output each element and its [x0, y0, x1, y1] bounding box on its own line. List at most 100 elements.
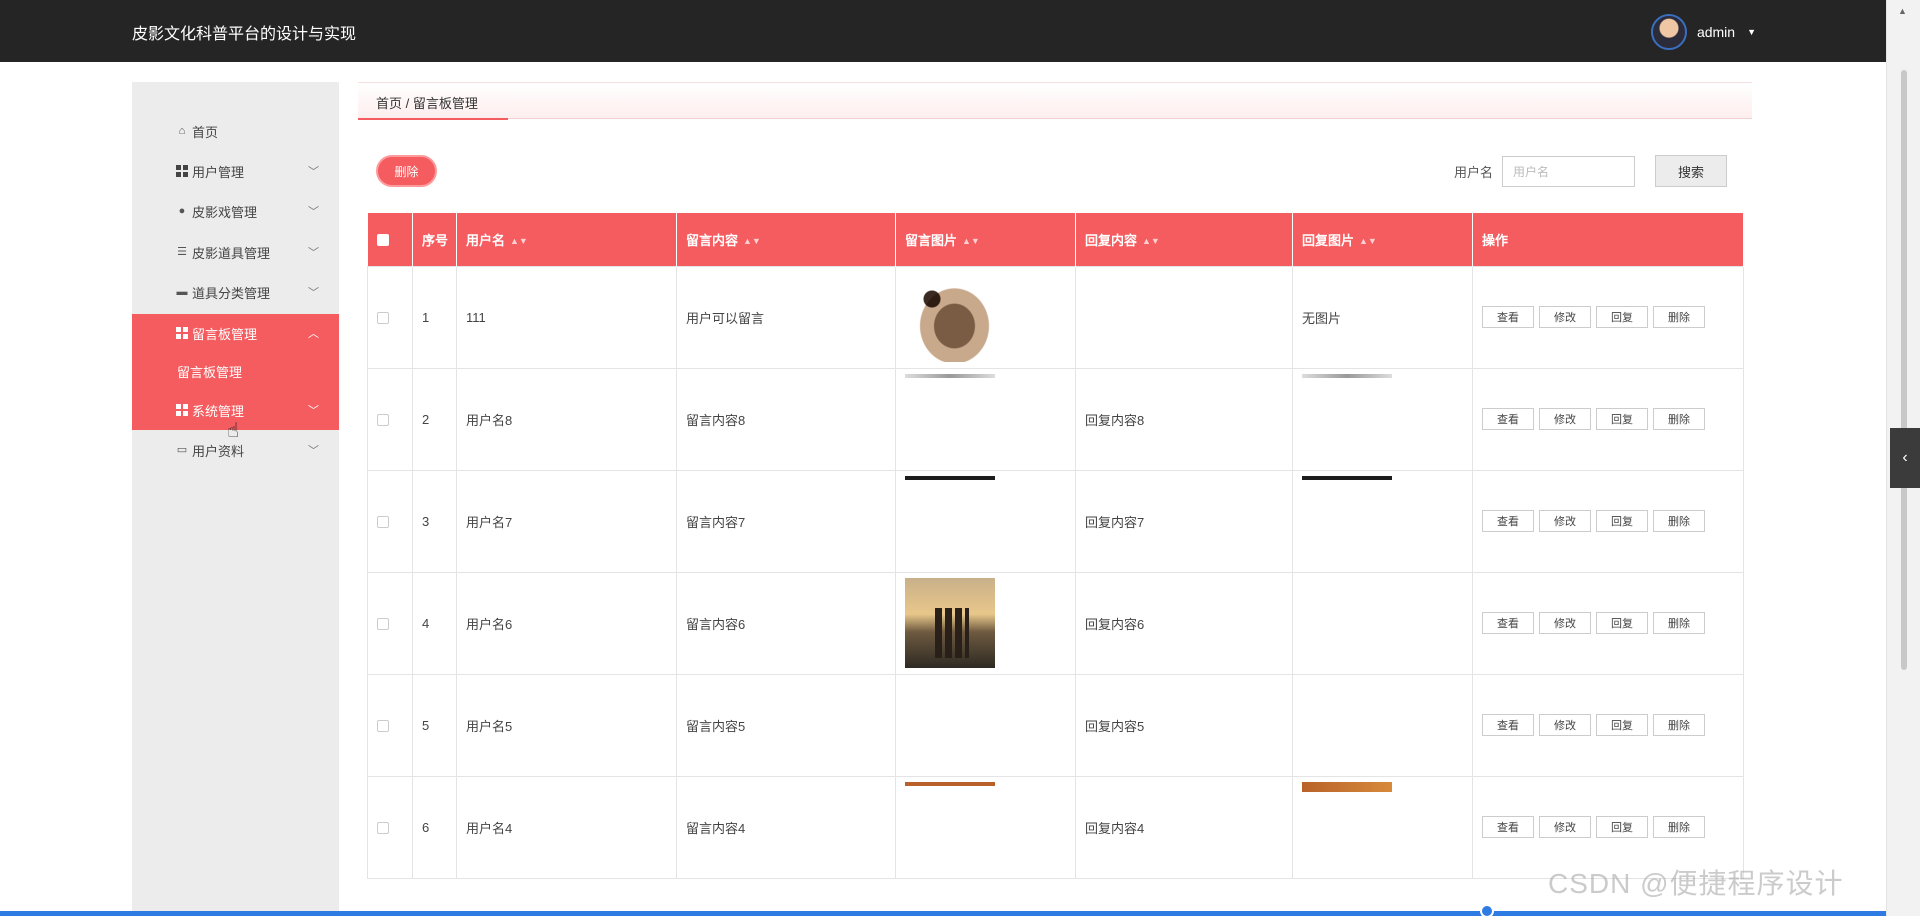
sort-icon[interactable]: ▲▼	[1359, 236, 1377, 246]
row-select-cell[interactable]	[367, 367, 413, 471]
message-table: 序号 用户名 ▲▼ 留言内容 ▲▼ 留言图片 ▲▼ 回复内容 ▲▼ 回复图片 ▲▼ 操作 …	[367, 213, 1744, 879]
watermark: CSDN @便捷程序设计	[1548, 868, 1844, 899]
row-checkbox[interactable]	[377, 516, 389, 529]
delete-button[interactable]: 删除	[1653, 714, 1705, 736]
cell-index: 1	[412, 265, 457, 369]
sidebar-item-shadow-play[interactable]: ● 皮影戏管理 ﹀	[132, 192, 339, 230]
scrollbar-thumb[interactable]	[1901, 70, 1907, 670]
cell-reply-image: 无图片	[1292, 265, 1473, 369]
home-icon: ⌂	[178, 125, 186, 137]
delete-button[interactable]: 删除	[1653, 816, 1705, 838]
delete-button[interactable]: 删除	[1653, 306, 1705, 328]
sidebar-item-label: 留言板管理	[192, 326, 258, 342]
sort-icon[interactable]: ▲▼	[962, 236, 980, 246]
select-all-checkbox[interactable]	[376, 234, 389, 247]
reply-button[interactable]: 回复	[1596, 612, 1648, 634]
scroll-up-arrow-icon[interactable]: ▲	[1898, 6, 1907, 16]
row-select-cell[interactable]	[367, 673, 413, 777]
reply-button[interactable]: 回复	[1596, 510, 1648, 532]
delete-button[interactable]: 删除	[1653, 408, 1705, 430]
breadcrumb-text[interactable]: 首页 / 留言板管理	[376, 93, 478, 112]
view-button[interactable]: 查看	[1482, 510, 1534, 532]
column-header-message[interactable]: 留言内容 ▲▼	[676, 213, 896, 266]
view-button[interactable]: 查看	[1482, 612, 1534, 634]
reply-button[interactable]: 回复	[1596, 306, 1648, 328]
cell-username: 用户名4	[456, 775, 677, 879]
sort-icon[interactable]: ▲▼	[743, 236, 761, 246]
column-header-message-image[interactable]: 留言图片 ▲▼	[895, 213, 1076, 266]
row-select-cell[interactable]	[367, 265, 413, 369]
cell-username: 用户名8	[456, 367, 677, 471]
column-header-label: 留言内容	[686, 232, 739, 248]
collapse-panel-button[interactable]: ‹	[1890, 428, 1920, 488]
cell-reply: 回复内容4	[1075, 775, 1293, 879]
view-button[interactable]: 查看	[1482, 714, 1534, 736]
cell-reply-image	[1292, 571, 1473, 675]
edit-button[interactable]: 修改	[1539, 714, 1591, 736]
sort-icon[interactable]: ▲▼	[510, 236, 528, 246]
table-row: 5 用户名5 留言内容5 回复内容5 查看 修改 回复 删除	[367, 673, 1744, 777]
select-all-cell[interactable]	[367, 213, 413, 266]
chevron-down-icon: ﹀	[308, 247, 319, 259]
row-select-cell[interactable]	[367, 571, 413, 675]
sidebar-item-label: 用户管理	[192, 164, 245, 180]
edit-button[interactable]: 修改	[1539, 612, 1591, 634]
avatar[interactable]	[1650, 14, 1687, 50]
search-input[interactable]	[1502, 156, 1635, 187]
cell-message-image	[895, 265, 1076, 369]
cell-username: 用户名7	[456, 469, 677, 573]
image-strip	[1302, 475, 1392, 480]
view-button[interactable]: 查看	[1482, 306, 1534, 328]
column-header-reply-image[interactable]: 回复图片 ▲▼	[1292, 213, 1473, 266]
table-row: 2 用户名8 留言内容8 回复内容8 查看 修改 回复 删除	[367, 367, 1744, 471]
column-header-username[interactable]: 用户名 ▲▼	[456, 213, 677, 266]
chevron-left-icon[interactable]: ‹	[1902, 449, 1907, 467]
row-checkbox[interactable]	[377, 720, 389, 733]
row-checkbox[interactable]	[377, 414, 389, 427]
table-row: 4 用户名6 留言内容6 回复内容6 查看 修改 回复 删除	[367, 571, 1744, 675]
row-checkbox[interactable]	[377, 312, 389, 325]
cell-username: 111	[456, 265, 677, 369]
cell-message: 留言内容8	[676, 367, 896, 471]
sidebar-item-props[interactable]: ☰ 皮影道具管理 ﹀	[132, 233, 339, 271]
cell-username: 用户名5	[456, 673, 677, 777]
sidebar-item-prop-categories[interactable]: ▬ 道具分类管理 ﹀	[132, 273, 339, 311]
grid-icon	[176, 404, 188, 416]
user-menu[interactable]: admin ▼	[1650, 14, 1756, 50]
reply-button[interactable]: 回复	[1596, 714, 1648, 736]
cell-message: 留言内容7	[676, 469, 896, 573]
sidebar-item-home[interactable]: ⌂ 首页	[132, 112, 339, 150]
sidebar-subitem-message-board[interactable]: 留言板管理	[132, 356, 339, 386]
image-strip	[1302, 373, 1392, 378]
username-label[interactable]: admin	[1697, 24, 1735, 40]
edit-button[interactable]: 修改	[1539, 816, 1591, 838]
caret-down-icon[interactable]: ▼	[1747, 27, 1756, 37]
row-checkbox[interactable]	[377, 822, 389, 835]
table-header-row: 序号 用户名 ▲▼ 留言内容 ▲▼ 留言图片 ▲▼ 回复内容 ▲▼ 回复图片 ▲▼ 操作	[367, 213, 1744, 266]
sort-icon[interactable]: ▲▼	[1142, 236, 1160, 246]
reply-button[interactable]: 回复	[1596, 816, 1648, 838]
progress-handle[interactable]	[1480, 904, 1494, 916]
sidebar-item-message-board[interactable]: 留言板管理 ︿	[132, 314, 339, 352]
delete-button[interactable]: 删除	[1653, 510, 1705, 532]
column-header-label: 操作	[1482, 232, 1509, 248]
column-header-reply[interactable]: 回复内容 ▲▼	[1075, 213, 1293, 266]
edit-button[interactable]: 修改	[1539, 408, 1591, 430]
edit-button[interactable]: 修改	[1539, 306, 1591, 328]
people-photo-image	[905, 578, 995, 668]
row-select-cell[interactable]	[367, 775, 413, 879]
reply-button[interactable]: 回复	[1596, 408, 1648, 430]
row-select-cell[interactable]	[367, 469, 413, 573]
comment-icon: ▬	[176, 286, 188, 298]
sidebar-item-label: 用户资料	[192, 443, 245, 459]
view-button[interactable]: 查看	[1482, 408, 1534, 430]
delete-button[interactable]: 删除	[1653, 612, 1705, 634]
row-checkbox[interactable]	[377, 618, 389, 631]
cell-reply-image	[1292, 673, 1473, 777]
hand-cursor-icon: ☝	[227, 420, 240, 442]
view-button[interactable]: 查看	[1482, 816, 1534, 838]
edit-button[interactable]: 修改	[1539, 510, 1591, 532]
batch-delete-button[interactable]: 删除	[376, 155, 437, 187]
sidebar-item-users[interactable]: 用户管理 ﹀	[132, 152, 339, 190]
search-button[interactable]: 搜索	[1655, 155, 1727, 187]
